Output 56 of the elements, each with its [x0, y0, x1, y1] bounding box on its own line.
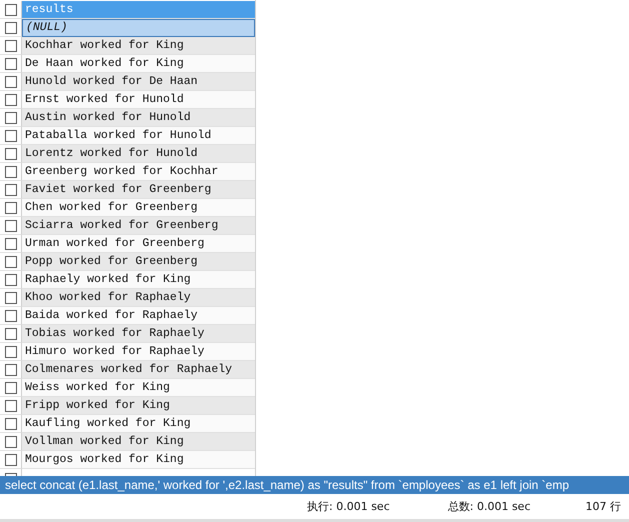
checkbox[interactable]	[4, 22, 16, 34]
checkbox[interactable]	[4, 256, 16, 268]
checkbox[interactable]	[4, 436, 16, 448]
table-cell[interactable]: Chen worked for Greenberg	[22, 199, 255, 217]
checkbox[interactable]	[4, 328, 16, 340]
checkbox[interactable]	[4, 346, 16, 358]
table-cell[interactable]: Kaufling worked for King	[22, 415, 255, 433]
checkbox[interactable]	[4, 166, 16, 178]
checkbox[interactable]	[4, 364, 16, 376]
table-cell[interactable]: Khoo worked for Raphaely	[22, 289, 255, 307]
checkbox[interactable]	[4, 292, 16, 304]
table-cell[interactable]: Mourgos worked for King	[22, 451, 255, 469]
checkbox[interactable]	[4, 148, 16, 160]
table-cell[interactable]: Raphaely worked for King	[22, 271, 255, 289]
table-cell[interactable]: Tobias worked for Raphaely	[22, 325, 255, 343]
checkbox[interactable]	[4, 473, 16, 476]
checkbox[interactable]	[4, 274, 16, 286]
table-cell[interactable]: Colmenares worked for Raphaely	[22, 361, 255, 379]
checkbox[interactable]	[4, 184, 16, 196]
table-cell[interactable]: Fripp worked for King	[22, 397, 255, 415]
table-cell[interactable]: Ernst worked for Hunold	[22, 91, 255, 109]
table-cell[interactable]: Hunold worked for De Haan	[22, 73, 255, 91]
table-cell[interactable]: De Haan worked for King	[22, 55, 255, 73]
checkbox[interactable]	[4, 94, 16, 106]
checkbox[interactable]	[4, 382, 16, 394]
table-cell[interactable]: Faviet worked for Greenberg	[22, 181, 255, 199]
table-cell[interactable]: Himuro worked for Raphaely	[22, 343, 255, 361]
checkbox[interactable]	[4, 58, 16, 70]
checkbox[interactable]	[4, 418, 16, 430]
checkbox[interactable]	[4, 76, 16, 88]
table-cell[interactable]: Austin worked for Hunold	[22, 109, 255, 127]
execution-time: 执行: 0.001 sec	[307, 499, 390, 514]
table-cell[interactable]: Popp worked for Greenberg	[22, 253, 255, 271]
checkbox[interactable]	[4, 220, 16, 232]
table-cell[interactable]: Pataballa worked for Hunold	[22, 127, 255, 145]
table-cell[interactable]: Greenberg worked for Kochhar	[22, 163, 255, 181]
query-text: select concat (e1.last_name,' worked for ',e2.last_name) as "results" from `employees` as e1 left join `emp	[0, 476, 629, 494]
table-cell[interactable]: (NULL)	[22, 19, 255, 37]
checkbox[interactable]	[4, 130, 16, 142]
checkbox[interactable]	[4, 454, 16, 466]
checkbox[interactable]	[4, 310, 16, 322]
row-count: 107 行	[586, 499, 621, 514]
checkbox[interactable]	[4, 4, 16, 16]
checkbox[interactable]	[4, 400, 16, 412]
table-cell[interactable]: Vollman worked for King	[22, 433, 255, 451]
checkbox[interactable]	[4, 202, 16, 214]
checkbox[interactable]	[4, 40, 16, 52]
total-time: 总数: 0.001 sec	[448, 499, 530, 514]
table-cell[interactable]: Lorentz worked for Hunold	[22, 145, 255, 163]
checkbox[interactable]	[4, 112, 16, 124]
table-cell[interactable]: Weiss worked for King	[22, 379, 255, 397]
checkbox[interactable]	[4, 238, 16, 250]
table-cell[interactable]: Baida worked for Raphaely	[22, 307, 255, 325]
table-cell[interactable]: Kochhar worked for King	[22, 37, 255, 55]
table-cell[interactable]: Sciarra worked for Greenberg	[22, 217, 255, 235]
table-cell[interactable]: Urman worked for Greenberg	[22, 235, 255, 253]
